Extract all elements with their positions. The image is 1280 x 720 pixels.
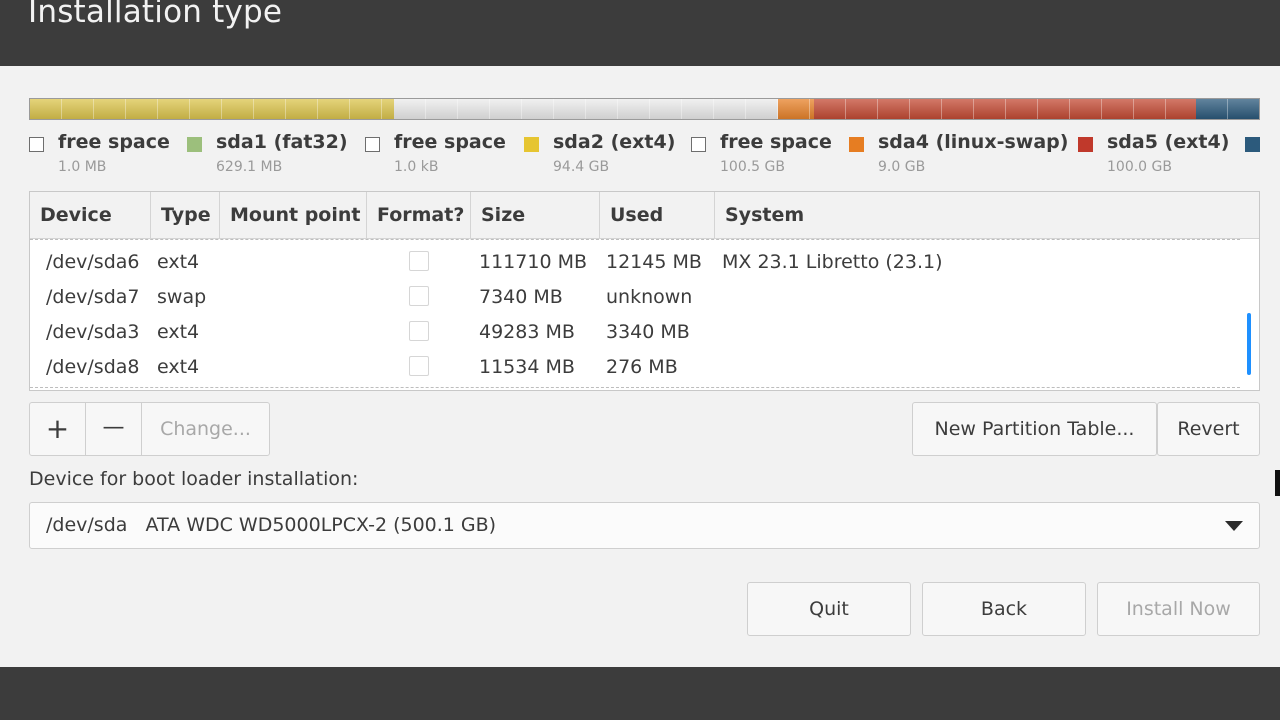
cell-used: 276 MB	[606, 356, 678, 378]
row-separator	[30, 239, 1240, 240]
cell-used: 3340 MB	[606, 321, 690, 343]
cell-size: 111710 MB	[479, 251, 587, 273]
partition-table[interactable]: Device Type Mount point Format? Size Use…	[29, 191, 1260, 391]
column-header-size[interactable]: Size	[471, 192, 600, 238]
legend-swatch	[1245, 137, 1260, 152]
cell-device: /dev/sda3	[46, 321, 140, 343]
legend-size: 1.0 kB	[394, 159, 439, 175]
remove-partition-button[interactable]: —	[85, 402, 142, 456]
partition-segment	[778, 99, 815, 119]
cell-size: 11534 MB	[479, 356, 575, 378]
cell-device: /dev/sda6	[46, 251, 140, 273]
legend-name: free space	[58, 131, 170, 153]
chevron-down-icon	[1225, 521, 1243, 531]
quit-button[interactable]: Quit	[747, 582, 911, 636]
table-row[interactable]: /dev/sda6 ext4 111710 MB 12145 MB MX 23.…	[30, 245, 1240, 280]
table-body: /dev/sda5 ext4 99999 MB 92815 MB Linux M…	[30, 239, 1240, 390]
format-checkbox[interactable]	[409, 286, 429, 306]
legend-name: sda2 (ext4)	[553, 131, 676, 153]
legend-swatch	[1078, 137, 1093, 152]
back-button[interactable]: Back	[922, 582, 1086, 636]
cell-device: /dev/sda8	[46, 356, 140, 378]
cell-device: /dev/sda7	[46, 286, 140, 308]
cell-size: 49283 MB	[479, 321, 575, 343]
legend-name: free space	[394, 131, 506, 153]
cell-type: ext4	[157, 251, 200, 273]
row-separator	[30, 387, 1240, 388]
column-header-mount-point[interactable]: Mount point	[220, 192, 367, 238]
bootloader-device-value: /dev/sda ATA WDC WD5000LPCX-2 (500.1 GB)	[46, 514, 497, 536]
cell-used: unknown	[606, 286, 693, 308]
new-partition-table-button[interactable]: New Partition Table...	[912, 402, 1157, 456]
legend-size: 9.0 GB	[878, 159, 926, 175]
column-header-used[interactable]: Used	[600, 192, 715, 238]
bootloader-device-select[interactable]: /dev/sda ATA WDC WD5000LPCX-2 (500.1 GB)	[29, 502, 1260, 549]
legend-swatch	[691, 137, 706, 152]
partition-legend: free space 1.0 MB sda1 (fat32) 629.1 MB …	[29, 131, 1280, 180]
table-row[interactable]: /dev/sda7 swap 7340 MB unknown	[30, 280, 1240, 315]
legend-name: sda1 (fat32)	[216, 131, 348, 153]
cell-size: 7340 MB	[479, 286, 563, 308]
add-partition-button[interactable]: +	[29, 402, 86, 456]
legend-swatch	[365, 137, 380, 152]
format-checkbox[interactable]	[409, 251, 429, 271]
table-header: Device Type Mount point Format? Size Use…	[30, 192, 1259, 239]
legend-name: free space	[720, 131, 832, 153]
legend-swatch	[849, 137, 864, 152]
column-header-system[interactable]: System	[715, 192, 1259, 238]
mouse-cursor-icon	[1275, 470, 1280, 496]
legend-size: 629.1 MB	[216, 159, 283, 175]
change-partition-button[interactable]: Change...	[141, 402, 270, 456]
table-scrollbar[interactable]	[1247, 313, 1251, 375]
column-header-type[interactable]: Type	[151, 192, 220, 238]
legend-swatch	[29, 137, 44, 152]
legend-swatch	[524, 137, 539, 152]
legend-size: 100.5 GB	[720, 159, 785, 175]
install-now-button[interactable]: Install Now	[1097, 582, 1260, 636]
legend-size: 94.4 GB	[553, 159, 610, 175]
cell-type: swap	[157, 286, 207, 308]
title-bar: Installation type	[0, 0, 1280, 66]
legend-name: sda4 (linux-swap)	[878, 131, 1069, 153]
partition-bar	[29, 98, 1260, 120]
installer-panel: free space 1.0 MB sda1 (fat32) 629.1 MB …	[0, 66, 1280, 667]
format-checkbox[interactable]	[409, 321, 429, 341]
page-title: Installation type	[28, 0, 283, 30]
partition-segment	[393, 99, 779, 119]
cell-used: 12145 MB	[606, 251, 702, 273]
cell-type: ext4	[157, 321, 200, 343]
legend-size: 1.0 MB	[58, 159, 107, 175]
partition-segment	[814, 99, 1197, 119]
bootloader-label: Device for boot loader installation:	[29, 468, 359, 490]
column-header-format[interactable]: Format?	[367, 192, 471, 238]
format-checkbox[interactable]	[409, 356, 429, 376]
legend-name: sda5 (ext4)	[1107, 131, 1230, 153]
legend-swatch	[187, 137, 202, 152]
table-row[interactable]: /dev/sda3 ext4 49283 MB 3340 MB	[30, 315, 1240, 350]
cell-system: MX 23.1 Libretto (23.1)	[722, 251, 943, 273]
partition-segment	[30, 99, 394, 119]
bottom-bar	[0, 667, 1280, 720]
cell-type: ext4	[157, 356, 200, 378]
legend-size: 100.0 GB	[1107, 159, 1172, 175]
column-header-device[interactable]: Device	[30, 192, 151, 238]
revert-button[interactable]: Revert	[1157, 402, 1260, 456]
partition-segment	[1196, 99, 1259, 119]
table-row[interactable]: /dev/sda8 ext4 11534 MB 276 MB	[30, 350, 1240, 385]
